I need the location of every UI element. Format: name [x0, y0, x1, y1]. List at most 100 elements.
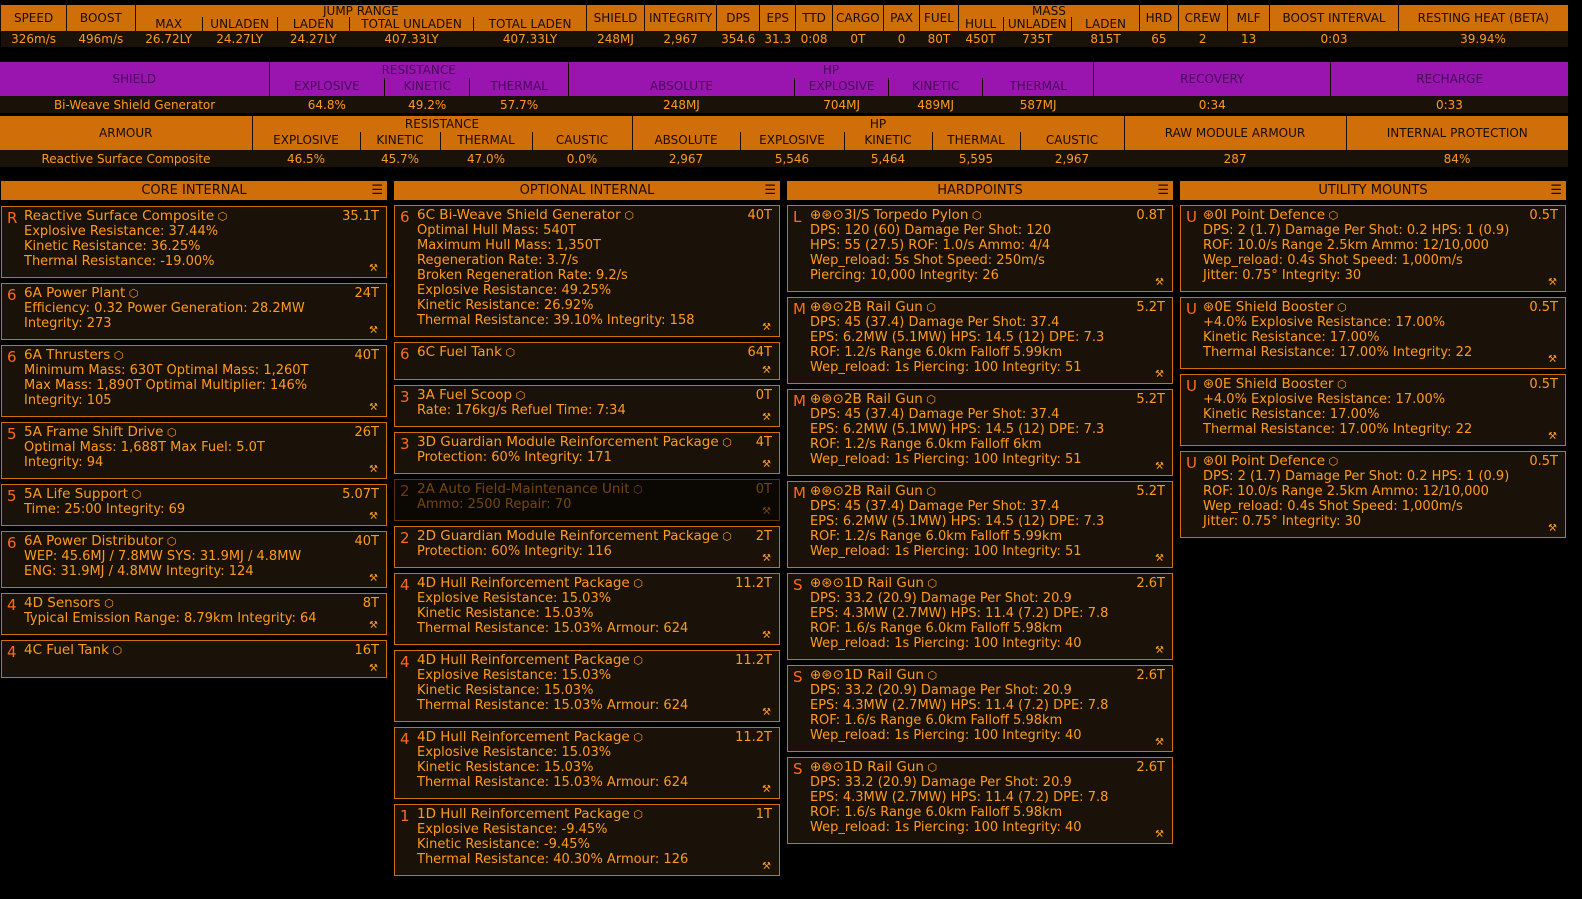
engineering-icon[interactable]: ⬡	[924, 669, 937, 682]
sort-menu-icon[interactable]: ☰	[1157, 182, 1169, 199]
shield-recharge-header[interactable]: RECHARGE	[1330, 62, 1568, 96]
module-slot[interactable]: 6 6A Power Plant ⬡ 24T Efficiency: 0.32 Pow…	[1, 283, 387, 340]
module-slot[interactable]: S ⊕⊛⊙1D Rail Gun ⬡ 2.6T DPS: 33.2 (20.9) Da…	[787, 573, 1173, 660]
engineering-icon[interactable]: ⬡	[1325, 455, 1339, 468]
wrench-icon[interactable]: ⚒	[369, 325, 378, 336]
wrench-icon[interactable]: ⚒	[762, 459, 771, 470]
armour-subheader[interactable]: EXPLOSIVE	[251, 131, 360, 150]
engineering-icon[interactable]: ⬡	[512, 389, 526, 402]
col-header[interactable]: LADEN	[276, 17, 350, 31]
engineering-icon[interactable]: ⬡	[163, 426, 177, 439]
shield-subheader[interactable]: THERMAL	[982, 77, 1094, 96]
col-header[interactable]: PAX	[882, 5, 920, 31]
wrench-icon[interactable]: ⚒	[369, 573, 378, 584]
armour-subheader[interactable]: THERMAL	[439, 131, 532, 150]
col-header[interactable]: HULL	[957, 17, 1004, 31]
module-slot[interactable]: U ⊛0I Point Defence ⬡ 0.5T DPS: 2 (1.7) Dam…	[1180, 205, 1566, 292]
armour-subheader[interactable]: THERMAL	[931, 131, 1020, 150]
wrench-icon[interactable]: ⚒	[762, 506, 771, 517]
module-slot[interactable]: 4 4D Hull Reinforcement Package ⬡ 11.2T Exp…	[394, 573, 780, 645]
wrench-icon[interactable]: ⚒	[762, 322, 771, 333]
engineering-icon[interactable]: ⬡	[502, 346, 515, 359]
armour-subheader[interactable]: KINETIC	[843, 131, 932, 150]
module-slot[interactable]: S ⊕⊛⊙1D Rail Gun ⬡ 2.6T DPS: 33.2 (20.9) Da…	[787, 665, 1173, 752]
shield-recovery-header[interactable]: RECOVERY	[1093, 62, 1331, 96]
wrench-icon[interactable]: ⚒	[1155, 737, 1164, 748]
wrench-icon[interactable]: ⚒	[762, 861, 771, 872]
engineering-icon[interactable]: ⬡	[923, 393, 936, 406]
col-header[interactable]: SPEED	[0, 5, 67, 31]
module-slot[interactable]: M ⊕⊛⊙2B Rail Gun ⬡ 5.2T DPS: 45 (37.4) Dama…	[787, 481, 1173, 568]
col-header[interactable]: FUEL	[919, 5, 959, 31]
module-slot[interactable]: 4 4C Fuel Tank ⬡ 16T ⚒	[1, 640, 387, 678]
armour-subheader[interactable]: CAUSTIC	[1019, 131, 1125, 150]
engineering-icon[interactable]: ⬡	[630, 808, 643, 821]
wrench-icon[interactable]: ⚒	[762, 630, 771, 641]
shield-subheader[interactable]: KINETIC	[888, 77, 983, 96]
col-header[interactable]: SHIELD	[586, 5, 645, 31]
engineering-icon[interactable]: ⬡	[630, 483, 643, 496]
shield-subheader[interactable]: ABSOLUTE	[567, 77, 795, 96]
sort-menu-icon[interactable]: ☰	[371, 182, 383, 199]
module-slot[interactable]: 4 4D Hull Reinforcement Package ⬡ 11.2T Exp…	[394, 650, 780, 722]
module-slot[interactable]: R Reactive Surface Composite ⬡ 35.1T Explos…	[1, 206, 387, 278]
engineering-icon[interactable]: ⬡	[214, 210, 228, 223]
module-slot[interactable]: 4 4D Sensors ⬡ 8T Typical Emission Range: 8…	[1, 593, 387, 635]
shield-subheader[interactable]: THERMAL	[469, 77, 569, 96]
module-slot[interactable]: 5 5A Life Support ⬡ 5.07T Time: 25:00 Integ…	[1, 484, 387, 526]
wrench-icon[interactable]: ⚒	[1155, 461, 1164, 472]
engineering-icon[interactable]: ⬡	[630, 654, 643, 667]
internal-protection-header[interactable]: INTERNAL PROTECTION	[1345, 116, 1569, 150]
engineering-icon[interactable]: ⬡	[719, 530, 732, 543]
col-header[interactable]: BOOST	[66, 5, 136, 31]
module-slot[interactable]: 1 1D Hull Reinforcement Package ⬡ 1T Explos…	[394, 804, 780, 876]
engineering-icon[interactable]: ⬡	[128, 488, 142, 501]
engineering-icon[interactable]: ⬡	[125, 287, 139, 300]
wrench-icon[interactable]: ⚒	[1155, 277, 1164, 288]
module-slot[interactable]: 6 6C Fuel Tank ⬡ 64T ⚒	[394, 342, 780, 380]
wrench-icon[interactable]: ⚒	[1155, 369, 1164, 380]
col-header[interactable]: MLF	[1226, 5, 1270, 31]
wrench-icon[interactable]: ⚒	[1155, 645, 1164, 656]
engineering-icon[interactable]: ⬡	[924, 577, 937, 590]
engineering-icon[interactable]: ⬡	[110, 349, 124, 362]
col-header[interactable]: INTEGRITY	[643, 5, 717, 31]
wrench-icon[interactable]: ⚒	[369, 620, 378, 631]
col-header[interactable]: MAX	[134, 17, 203, 31]
engineering-icon[interactable]: ⬡	[1333, 378, 1347, 391]
shield-name[interactable]: Bi-Weave Shield Generator	[0, 96, 270, 113]
wrench-icon[interactable]: ⚒	[1155, 553, 1164, 564]
module-slot[interactable]: 3 3D Guardian Module Reinforcement Packag…	[394, 432, 780, 474]
wrench-icon[interactable]: ⚒	[369, 263, 378, 274]
module-slot[interactable]: U ⊛0I Point Defence ⬡ 0.5T DPS: 2 (1.7) Dam…	[1180, 451, 1566, 538]
module-slot[interactable]: M ⊕⊛⊙2B Rail Gun ⬡ 5.2T DPS: 45 (37.4) Dama…	[787, 389, 1173, 476]
col-header[interactable]: HRD	[1139, 5, 1179, 31]
wrench-icon[interactable]: ⚒	[762, 784, 771, 795]
wrench-icon[interactable]: ⚒	[762, 707, 771, 718]
wrench-icon[interactable]: ⚒	[1548, 523, 1557, 534]
col-header[interactable]: TOTAL LADEN	[472, 17, 587, 31]
wrench-icon[interactable]: ⚒	[369, 663, 378, 674]
wrench-icon[interactable]: ⚒	[762, 412, 771, 423]
shield-subheader[interactable]: EXPLOSIVE	[794, 77, 889, 96]
wrench-icon[interactable]: ⚒	[369, 511, 378, 522]
engineering-icon[interactable]: ⬡	[109, 644, 122, 657]
wrench-icon[interactable]: ⚒	[762, 365, 771, 376]
col-header[interactable]: EPS	[759, 5, 796, 31]
wrench-icon[interactable]: ⚒	[1548, 354, 1557, 365]
col-header[interactable]: CARGO	[831, 5, 884, 31]
module-slot[interactable]: 5 5A Frame Shift Drive ⬡ 26T Optimal Mass: …	[1, 422, 387, 479]
wrench-icon[interactable]: ⚒	[762, 553, 771, 564]
module-slot[interactable]: 6 6A Thrusters ⬡ 40T Minimum Mass: 630T Opt…	[1, 345, 387, 417]
col-header[interactable]: LADEN	[1070, 17, 1140, 31]
engineering-icon[interactable]: ⬡	[924, 761, 937, 774]
module-slot[interactable]: 2 2D Guardian Module Reinforcement Packag…	[394, 526, 780, 568]
shield-subheader[interactable]: EXPLOSIVE	[268, 77, 385, 96]
col-header[interactable]: TOTAL UNLADEN	[349, 17, 474, 31]
module-slot[interactable]: S ⊕⊛⊙1D Rail Gun ⬡ 2.6T DPS: 33.2 (20.9) Da…	[787, 757, 1173, 844]
module-slot[interactable]: 6 6C Bi-Weave Shield Generator ⬡ 40T Optima…	[394, 205, 780, 337]
engineering-icon[interactable]: ⬡	[621, 209, 634, 222]
col-header[interactable]: BOOST INTERVAL	[1269, 5, 1399, 31]
module-slot[interactable]: 2 2A Auto Field-Maintenance Unit ⬡ 0T Ammo:…	[394, 479, 780, 521]
wrench-icon[interactable]: ⚒	[1155, 829, 1164, 840]
